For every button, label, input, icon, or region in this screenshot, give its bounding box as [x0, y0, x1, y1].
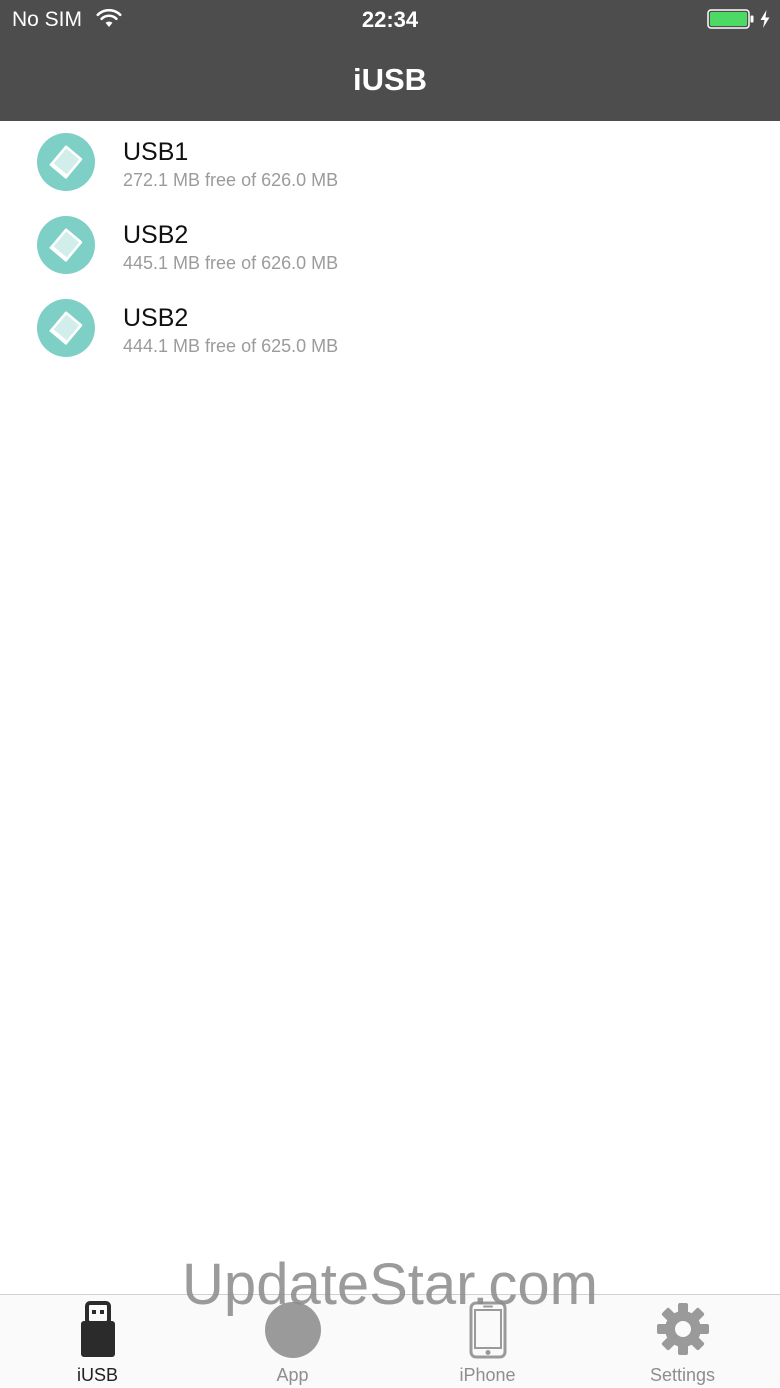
tab-label: iPhone	[459, 1365, 516, 1385]
drive-space: 272.1 MB free of 626.0 MB	[123, 170, 339, 190]
watermark-text: UpdateStar.com	[182, 1252, 598, 1317]
tab-label: App	[276, 1365, 309, 1385]
drive-name: USB2	[123, 304, 189, 332]
tab-label: Settings	[649, 1365, 716, 1385]
tab-label: iUSB	[76, 1365, 118, 1385]
drive-space: 444.1 MB free of 625.0 MB	[123, 336, 339, 356]
list-item-drive-2[interactable]: USB2 445.1 MB free of 626.0 MB	[0, 204, 780, 287]
drive-space: 445.1 MB free of 626.0 MB	[123, 253, 339, 273]
drive-name: USB2	[123, 221, 189, 249]
drive-list: USB1 272.1 MB free of 626.0 MB USB2 445.…	[0, 121, 780, 370]
list-item-drive-3[interactable]: USB2 444.1 MB free of 625.0 MB	[0, 287, 780, 370]
drive-name: USB1	[123, 138, 189, 166]
status-bar: No SIM 22:34	[0, 0, 780, 40]
page-title: iUSB	[352, 62, 428, 97]
header: No SIM 22:34 iUSB	[0, 0, 780, 121]
clock: 22:34	[361, 7, 419, 32]
list-item-drive-1[interactable]: USB1 272.1 MB free of 626.0 MB	[0, 121, 780, 204]
usb-drive-icon	[37, 299, 95, 357]
usb-drive-icon	[37, 216, 95, 274]
charging-bolt-icon	[760, 10, 770, 28]
usb-drive-icon	[37, 133, 95, 191]
battery-icon	[707, 9, 754, 29]
